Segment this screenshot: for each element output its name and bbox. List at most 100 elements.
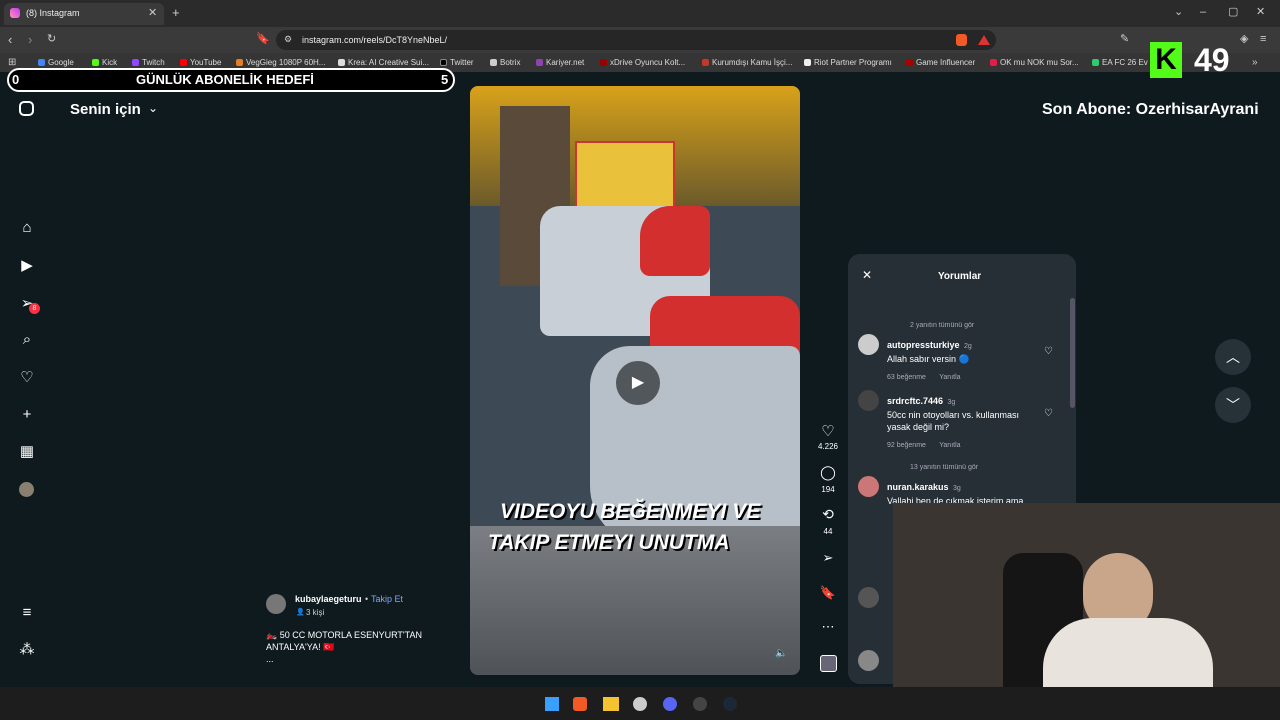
steam-icon[interactable] (723, 697, 737, 711)
tab-title: (8) Instagram (26, 8, 80, 18)
share-icon[interactable]: ➢ (816, 550, 840, 566)
poster-username[interactable]: kubaylaegeturu (295, 594, 362, 604)
bookmark-riot[interactable]: Riot Partner Programı (804, 58, 892, 67)
people-icon: 👤 (296, 609, 305, 616)
comment-text: Allah sabır versin 🔵 (887, 354, 970, 364)
play-icon[interactable]: ▶ (616, 361, 660, 405)
profile-avatar[interactable] (19, 482, 34, 497)
windows-start-icon[interactable] (545, 697, 559, 711)
commenter-avatar[interactable] (858, 476, 879, 497)
riot-icon (804, 59, 811, 66)
brave-rewards-icon[interactable] (978, 35, 990, 45)
save-icon[interactable]: 🔖 (816, 585, 840, 601)
bookmark-youtube[interactable]: YouTube (180, 58, 221, 67)
more-options-icon[interactable]: ⋯ (816, 619, 840, 635)
bookmark-ok-nok[interactable]: OK mu NOK mu Sor... (990, 58, 1079, 67)
extensions-icon[interactable]: ✎ (1120, 34, 1129, 45)
maximize-icon[interactable]: ▢ (1228, 7, 1238, 18)
taskbar-app-icon[interactable] (633, 697, 647, 711)
dashboard-icon[interactable]: ▦ (18, 443, 36, 461)
comment-username[interactable]: autopressturkiye (887, 340, 960, 350)
previous-reel-chevron-up-icon[interactable]: ︿ (1215, 339, 1251, 375)
mute-icon[interactable]: 🔈 (775, 648, 787, 659)
bookmark-botrix[interactable]: Botrix (490, 58, 520, 67)
my-avatar (858, 650, 879, 671)
comment-username[interactable]: nuran.karakus (887, 482, 949, 492)
comment-icon[interactable]: ◯ (816, 464, 840, 481)
also-from-meta-icon[interactable]: ⁂ (18, 641, 36, 659)
bookmark-kariyer[interactable]: Kariyer.net (536, 58, 584, 67)
commenter-avatar[interactable] (858, 334, 879, 355)
reply-button[interactable]: Yanıtla (939, 442, 960, 449)
tab-list-icon[interactable]: ⌄ (1174, 7, 1183, 18)
comment-like-icon[interactable]: ♡ (1044, 408, 1053, 419)
bookmark-twitter[interactable]: Twitter (440, 58, 474, 67)
comment-count[interactable]: 194 (816, 485, 840, 494)
follow-button[interactable]: Takip Et (371, 594, 403, 604)
apps-grid-icon[interactable]: ⊞ (8, 57, 16, 68)
bookmark-twitch[interactable]: Twitch (132, 58, 165, 67)
obs-icon[interactable] (693, 697, 707, 711)
search-icon[interactable]: ⌕ (18, 331, 36, 349)
chevron-down-icon[interactable]: ⌄ (148, 101, 158, 115)
new-tab-icon[interactable]: + (172, 6, 180, 19)
comments-scrollbar[interactable] (1070, 298, 1075, 408)
instagram-logo-icon[interactable] (19, 101, 34, 116)
poster-avatar[interactable] (266, 594, 286, 614)
home-icon[interactable]: ⌂ (18, 219, 36, 237)
close-window-icon[interactable]: ✕ (1256, 7, 1265, 18)
vpn-icon[interactable]: ◈ (1240, 34, 1248, 45)
next-reel-chevron-down-icon[interactable]: ﹀ (1215, 387, 1251, 423)
create-icon[interactable]: + (18, 406, 36, 424)
people-count[interactable]: 3 kişi (306, 608, 324, 617)
see-replies-2[interactable]: 13 yanıtın tümünü gör (910, 456, 978, 474)
like-count[interactable]: 4.226 (816, 442, 840, 451)
repost-icon[interactable]: ⟲ (816, 506, 840, 523)
reload-icon[interactable]: ↻ (47, 34, 56, 45)
comment-username[interactable]: srdrcftc.7446 (887, 396, 943, 406)
bookmark-kick[interactable]: Kick (92, 58, 117, 67)
back-icon[interactable]: ‹ (8, 33, 12, 46)
forward-icon[interactable]: › (28, 33, 32, 46)
like-icon[interactable]: ♡ (816, 422, 840, 440)
comment-2: srdrcftc.7446 3g 50cc nin otoyolları vs.… (887, 391, 1037, 433)
bookmark-google[interactable]: Google (38, 58, 74, 67)
bookmark-kurumdisi[interactable]: Kurumdışı Kamu İşçi... (702, 58, 792, 67)
notifications-heart-icon[interactable]: ♡ (18, 369, 36, 387)
comment-like-icon[interactable]: ♡ (1044, 346, 1053, 357)
menu-icon[interactable]: ≡ (1260, 34, 1266, 45)
bookmark-icon[interactable]: 🔖 (256, 34, 270, 45)
site-settings-icon[interactable]: ⚙ (284, 34, 292, 45)
comment-time: 2g (963, 343, 972, 350)
reel-video[interactable]: ▶ VIDEOYU BEĞENMEYI VE TAKIP ETMEYI UNUT… (470, 86, 800, 675)
file-explorer-icon[interactable] (603, 697, 619, 711)
discord-icon[interactable] (663, 697, 677, 711)
more-menu-icon[interactable]: ≡ (18, 604, 36, 622)
bookmark-ea-fc[interactable]: EA FC 26 Ev (1092, 58, 1148, 67)
see-replies-1[interactable]: 2 yanıtın tümünü gör (910, 314, 974, 332)
price-sign (575, 141, 675, 211)
url-text[interactable]: instagram.com/reels/DcT8YneNbeL/ (302, 35, 447, 45)
bookmark-game-influencer[interactable]: Game Influencer (906, 58, 975, 67)
xdrive-icon (600, 59, 607, 66)
repost-count[interactable]: 44 (816, 527, 840, 536)
bookmark-veggieg[interactable]: VegGieg 1080P 60H... (236, 58, 325, 67)
bookmark-xdrive[interactable]: xDrive Oyuncu Kolt... (600, 58, 685, 67)
bookmark-krea[interactable]: Krea: AI Creative Sui... (338, 58, 429, 67)
commenter-avatar[interactable] (858, 390, 879, 411)
reply-button[interactable]: Yanıtla (939, 374, 960, 381)
close-comments-icon[interactable]: ✕ (862, 268, 872, 282)
instagram-favicon-icon (10, 8, 20, 18)
more-bookmarks-icon[interactable]: » (1252, 57, 1258, 68)
brave-taskbar-icon[interactable] (573, 697, 587, 711)
minimize-icon[interactable]: – (1200, 7, 1206, 18)
close-tab-icon[interactable]: ✕ (148, 8, 157, 19)
youtube-icon (180, 59, 187, 66)
tab-bar (0, 0, 1280, 27)
caption-more[interactable]: ... (266, 654, 274, 664)
reels-icon[interactable]: ▶ (18, 257, 36, 275)
brave-shield-icon[interactable] (956, 34, 967, 46)
audio-thumbnail[interactable] (820, 655, 837, 672)
feed-label[interactable]: Senin için (70, 101, 141, 118)
commenter-avatar[interactable] (858, 587, 879, 608)
